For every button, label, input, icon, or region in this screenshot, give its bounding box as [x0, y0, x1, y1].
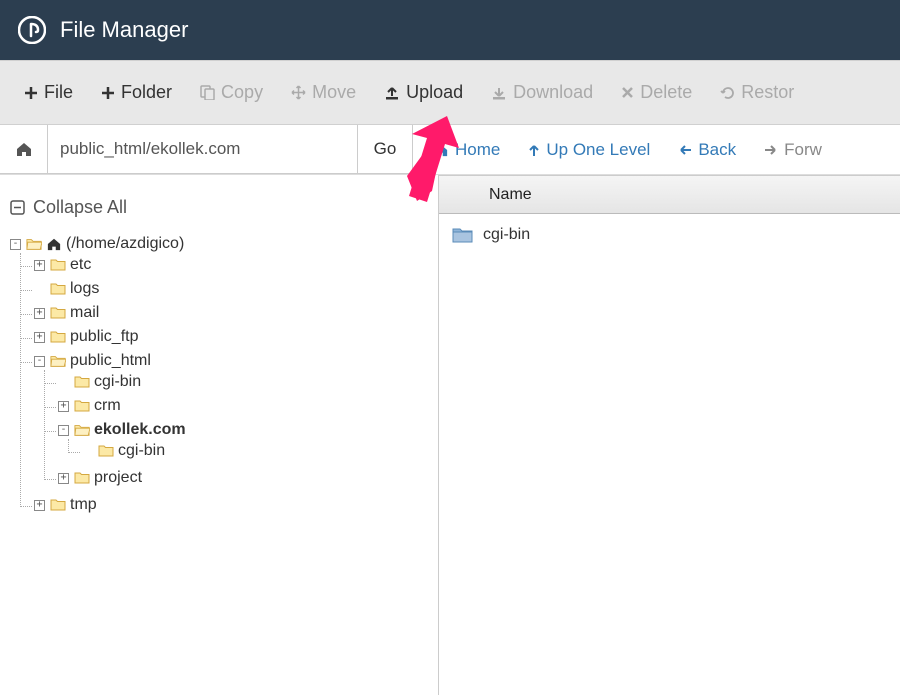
home-icon — [433, 143, 449, 157]
download-icon — [491, 85, 507, 101]
tree-node-mail[interactable]: +mail — [34, 304, 428, 322]
nav-forward-link[interactable]: Forw — [752, 140, 834, 160]
folder-icon — [50, 498, 66, 512]
column-name-label: Name — [489, 186, 532, 204]
move-label: Move — [312, 82, 356, 103]
tree-node-cgi-bin[interactable]: cgi-bin — [58, 373, 428, 391]
file-row-name: cgi-bin — [483, 226, 530, 244]
nav-back-link[interactable]: Back — [666, 140, 748, 160]
expand-toggle[interactable]: + — [58, 473, 69, 484]
delete-label: Delete — [640, 82, 692, 103]
folder-open-icon — [74, 423, 90, 437]
folder-open-icon — [26, 237, 42, 251]
nav-up-link[interactable]: Up One Level — [516, 140, 662, 160]
collapse-toggle[interactable]: - — [58, 425, 69, 436]
content-header[interactable]: Name — [439, 176, 900, 214]
restore-label: Restor — [741, 82, 794, 103]
nav-back-label: Back — [698, 140, 736, 160]
nav-up-label: Up One Level — [546, 140, 650, 160]
up-arrow-icon — [528, 143, 540, 157]
folder-icon — [74, 375, 90, 389]
home-icon — [46, 237, 62, 251]
expand-toggle[interactable]: + — [58, 401, 69, 412]
nav-home-label: Home — [455, 140, 500, 160]
tree-node-etc[interactable]: +etc — [34, 256, 428, 274]
tree-node-crm[interactable]: +crm — [58, 397, 428, 415]
main-area: Collapse All - (/home/azdigico) +etc log… — [0, 175, 900, 695]
toolbar: File Folder Copy Move Upload Download De… — [0, 60, 900, 125]
upload-label: Upload — [406, 82, 463, 103]
upload-button[interactable]: Upload — [370, 74, 477, 111]
copy-label: Copy — [221, 82, 263, 103]
folder-icon — [50, 282, 66, 296]
plus-icon — [101, 86, 115, 100]
move-icon — [291, 85, 306, 100]
download-label: Download — [513, 82, 593, 103]
plus-icon — [24, 86, 38, 100]
folder-icon — [451, 226, 473, 244]
upload-icon — [384, 85, 400, 101]
path-navbar: Go Home Up One Level Back Forw — [0, 125, 900, 175]
folder-icon — [74, 399, 90, 413]
nav-forward-label: Forw — [784, 140, 822, 160]
folder-icon — [74, 471, 90, 485]
content-panel: Name cgi-bin — [438, 175, 900, 695]
file-row[interactable]: cgi-bin — [439, 220, 900, 250]
tree-root-node[interactable]: - (/home/azdigico) — [10, 235, 428, 253]
back-arrow-icon — [678, 144, 692, 156]
home-button[interactable] — [0, 125, 48, 174]
restore-icon — [720, 85, 735, 100]
path-input[interactable] — [48, 125, 358, 174]
new-folder-label: Folder — [121, 82, 172, 103]
collapse-all-label: Collapse All — [33, 197, 127, 218]
delete-button[interactable]: Delete — [607, 74, 706, 111]
go-button[interactable]: Go — [358, 125, 413, 174]
copy-icon — [200, 85, 215, 100]
tree-node-ekollek-cgi-bin[interactable]: cgi-bin — [82, 442, 428, 460]
expand-toggle[interactable]: + — [34, 308, 45, 319]
new-file-label: File — [44, 82, 73, 103]
tree-node-ekollek[interactable]: -ekollek.com — [58, 421, 428, 439]
expand-toggle[interactable]: + — [34, 500, 45, 511]
collapse-icon — [10, 200, 25, 215]
expand-toggle[interactable]: + — [34, 332, 45, 343]
app-header: File Manager — [0, 0, 900, 60]
tree-root-label: (/home/azdigico) — [66, 235, 184, 253]
download-button[interactable]: Download — [477, 74, 607, 111]
content-body[interactable]: cgi-bin — [439, 214, 900, 695]
expand-toggle[interactable]: + — [34, 260, 45, 271]
app-title: File Manager — [60, 17, 188, 43]
folder-open-icon — [50, 354, 66, 368]
home-icon — [15, 141, 33, 157]
folder-icon — [98, 444, 114, 458]
tree-node-logs[interactable]: logs — [34, 280, 428, 298]
tree-node-tmp[interactable]: +tmp — [34, 496, 428, 514]
tree-node-public-html[interactable]: -public_html — [34, 352, 428, 370]
sidebar: Collapse All - (/home/azdigico) +etc log… — [0, 175, 438, 695]
folder-icon — [50, 330, 66, 344]
move-button[interactable]: Move — [277, 74, 370, 111]
tree-node-public-ftp[interactable]: +public_ftp — [34, 328, 428, 346]
tree-node-project[interactable]: +project — [58, 469, 428, 487]
collapse-all-button[interactable]: Collapse All — [10, 193, 428, 232]
folder-icon — [50, 258, 66, 272]
forward-arrow-icon — [764, 144, 778, 156]
delete-icon — [621, 86, 634, 99]
collapse-toggle[interactable]: - — [34, 356, 45, 367]
folder-icon — [50, 306, 66, 320]
new-file-button[interactable]: File — [10, 74, 87, 111]
folder-tree: - (/home/azdigico) +etc logs +mail +publ… — [10, 232, 428, 520]
nav-links: Home Up One Level Back Forw — [413, 125, 842, 174]
nav-home-link[interactable]: Home — [421, 140, 512, 160]
collapse-toggle[interactable]: - — [10, 239, 21, 250]
cpanel-logo-icon — [18, 16, 46, 44]
copy-button[interactable]: Copy — [186, 74, 277, 111]
new-folder-button[interactable]: Folder — [87, 74, 186, 111]
restore-button[interactable]: Restor — [706, 74, 808, 111]
